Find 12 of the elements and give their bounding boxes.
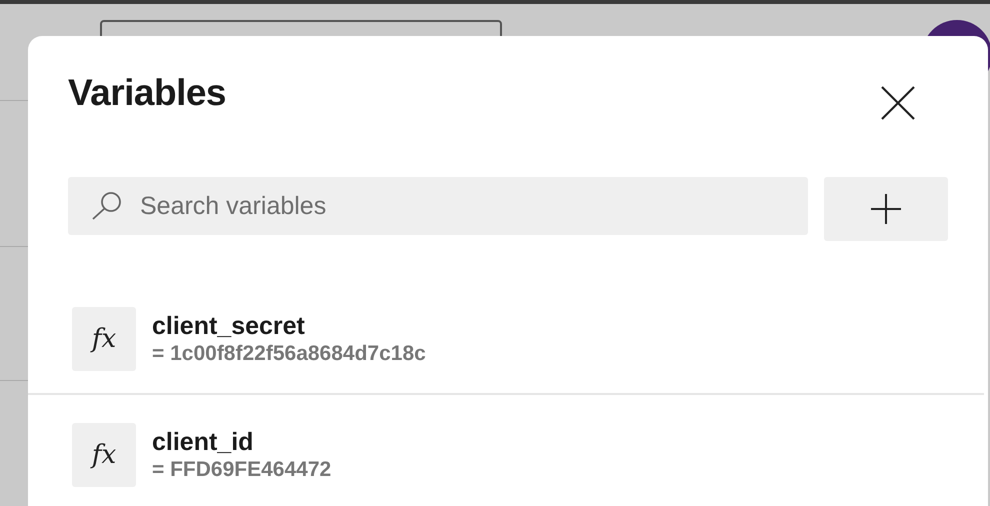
search-icon <box>90 191 124 221</box>
variable-name[interactable]: client_id <box>152 427 332 457</box>
plus-icon <box>870 193 902 225</box>
dialog-title: Variables <box>68 72 226 114</box>
variable-name[interactable]: client_secret <box>152 311 426 341</box>
close-button[interactable] <box>880 85 916 121</box>
variable-value: = 1c00f8f22f56a8684d7c18c <box>152 341 426 367</box>
variable-value: = FFD69FE464472 <box>152 457 332 483</box>
function-icon: fx <box>72 307 136 371</box>
close-icon <box>880 85 916 121</box>
function-icon: fx <box>72 423 136 487</box>
search-field[interactable]: Search variables <box>68 177 808 235</box>
